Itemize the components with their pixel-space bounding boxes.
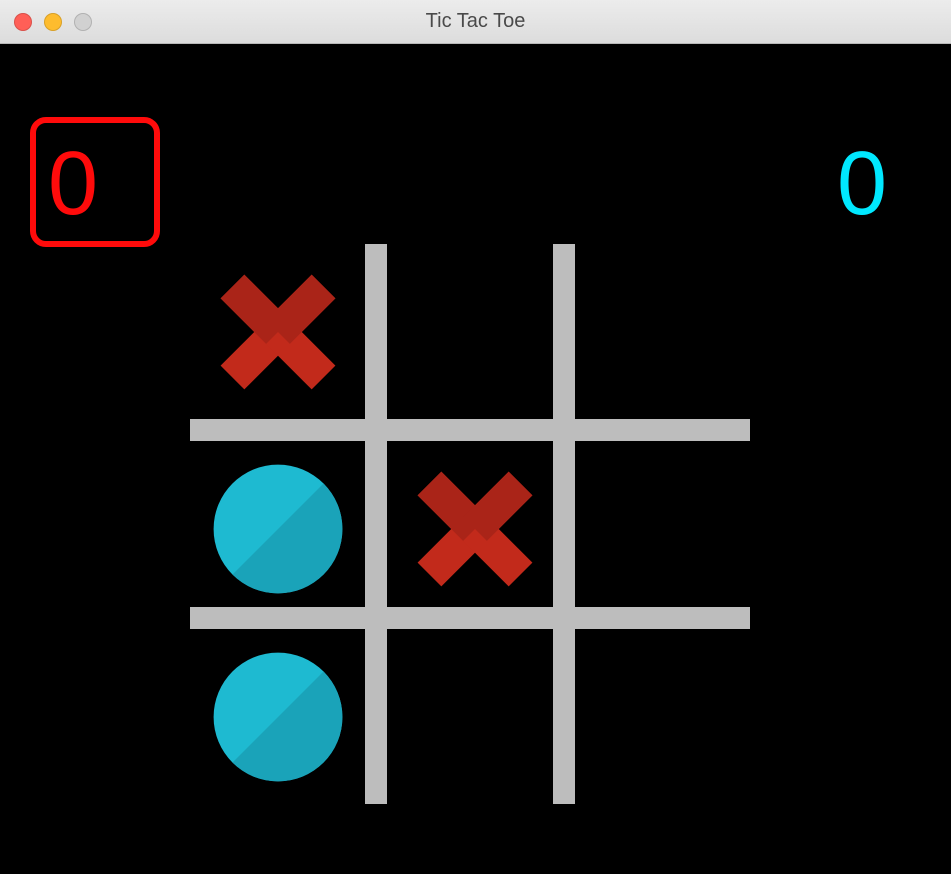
close-icon[interactable] — [14, 13, 32, 31]
score-o-value: 0 — [837, 134, 887, 234]
active-player-highlight — [30, 117, 160, 247]
cell-0-1[interactable] — [387, 244, 562, 419]
o-mark-icon — [208, 647, 348, 787]
score-x: 0 — [48, 139, 98, 229]
x-mark-icon — [405, 459, 545, 599]
minimize-icon[interactable] — [44, 13, 62, 31]
o-mark-icon — [208, 459, 348, 599]
window-controls — [14, 13, 92, 31]
cell-0-2[interactable] — [575, 244, 750, 419]
cell-2-0[interactable] — [190, 629, 365, 804]
grid-line — [190, 419, 750, 441]
cell-2-1[interactable] — [387, 629, 562, 804]
cell-1-1[interactable] — [387, 441, 562, 616]
maximize-icon[interactable] — [74, 13, 92, 31]
cell-2-2[interactable] — [575, 629, 750, 804]
cell-0-0[interactable] — [190, 244, 365, 419]
cell-1-0[interactable] — [190, 441, 365, 616]
window-title: Tic Tac Toe — [426, 10, 526, 33]
x-mark-icon — [208, 262, 348, 402]
cell-1-2[interactable] — [575, 441, 750, 616]
game-canvas: 0 0 — [0, 44, 951, 874]
grid-line — [365, 244, 387, 804]
window-titlebar: Tic Tac Toe — [0, 0, 951, 44]
board-grid — [190, 244, 750, 804]
score-o: 0 — [837, 139, 887, 229]
